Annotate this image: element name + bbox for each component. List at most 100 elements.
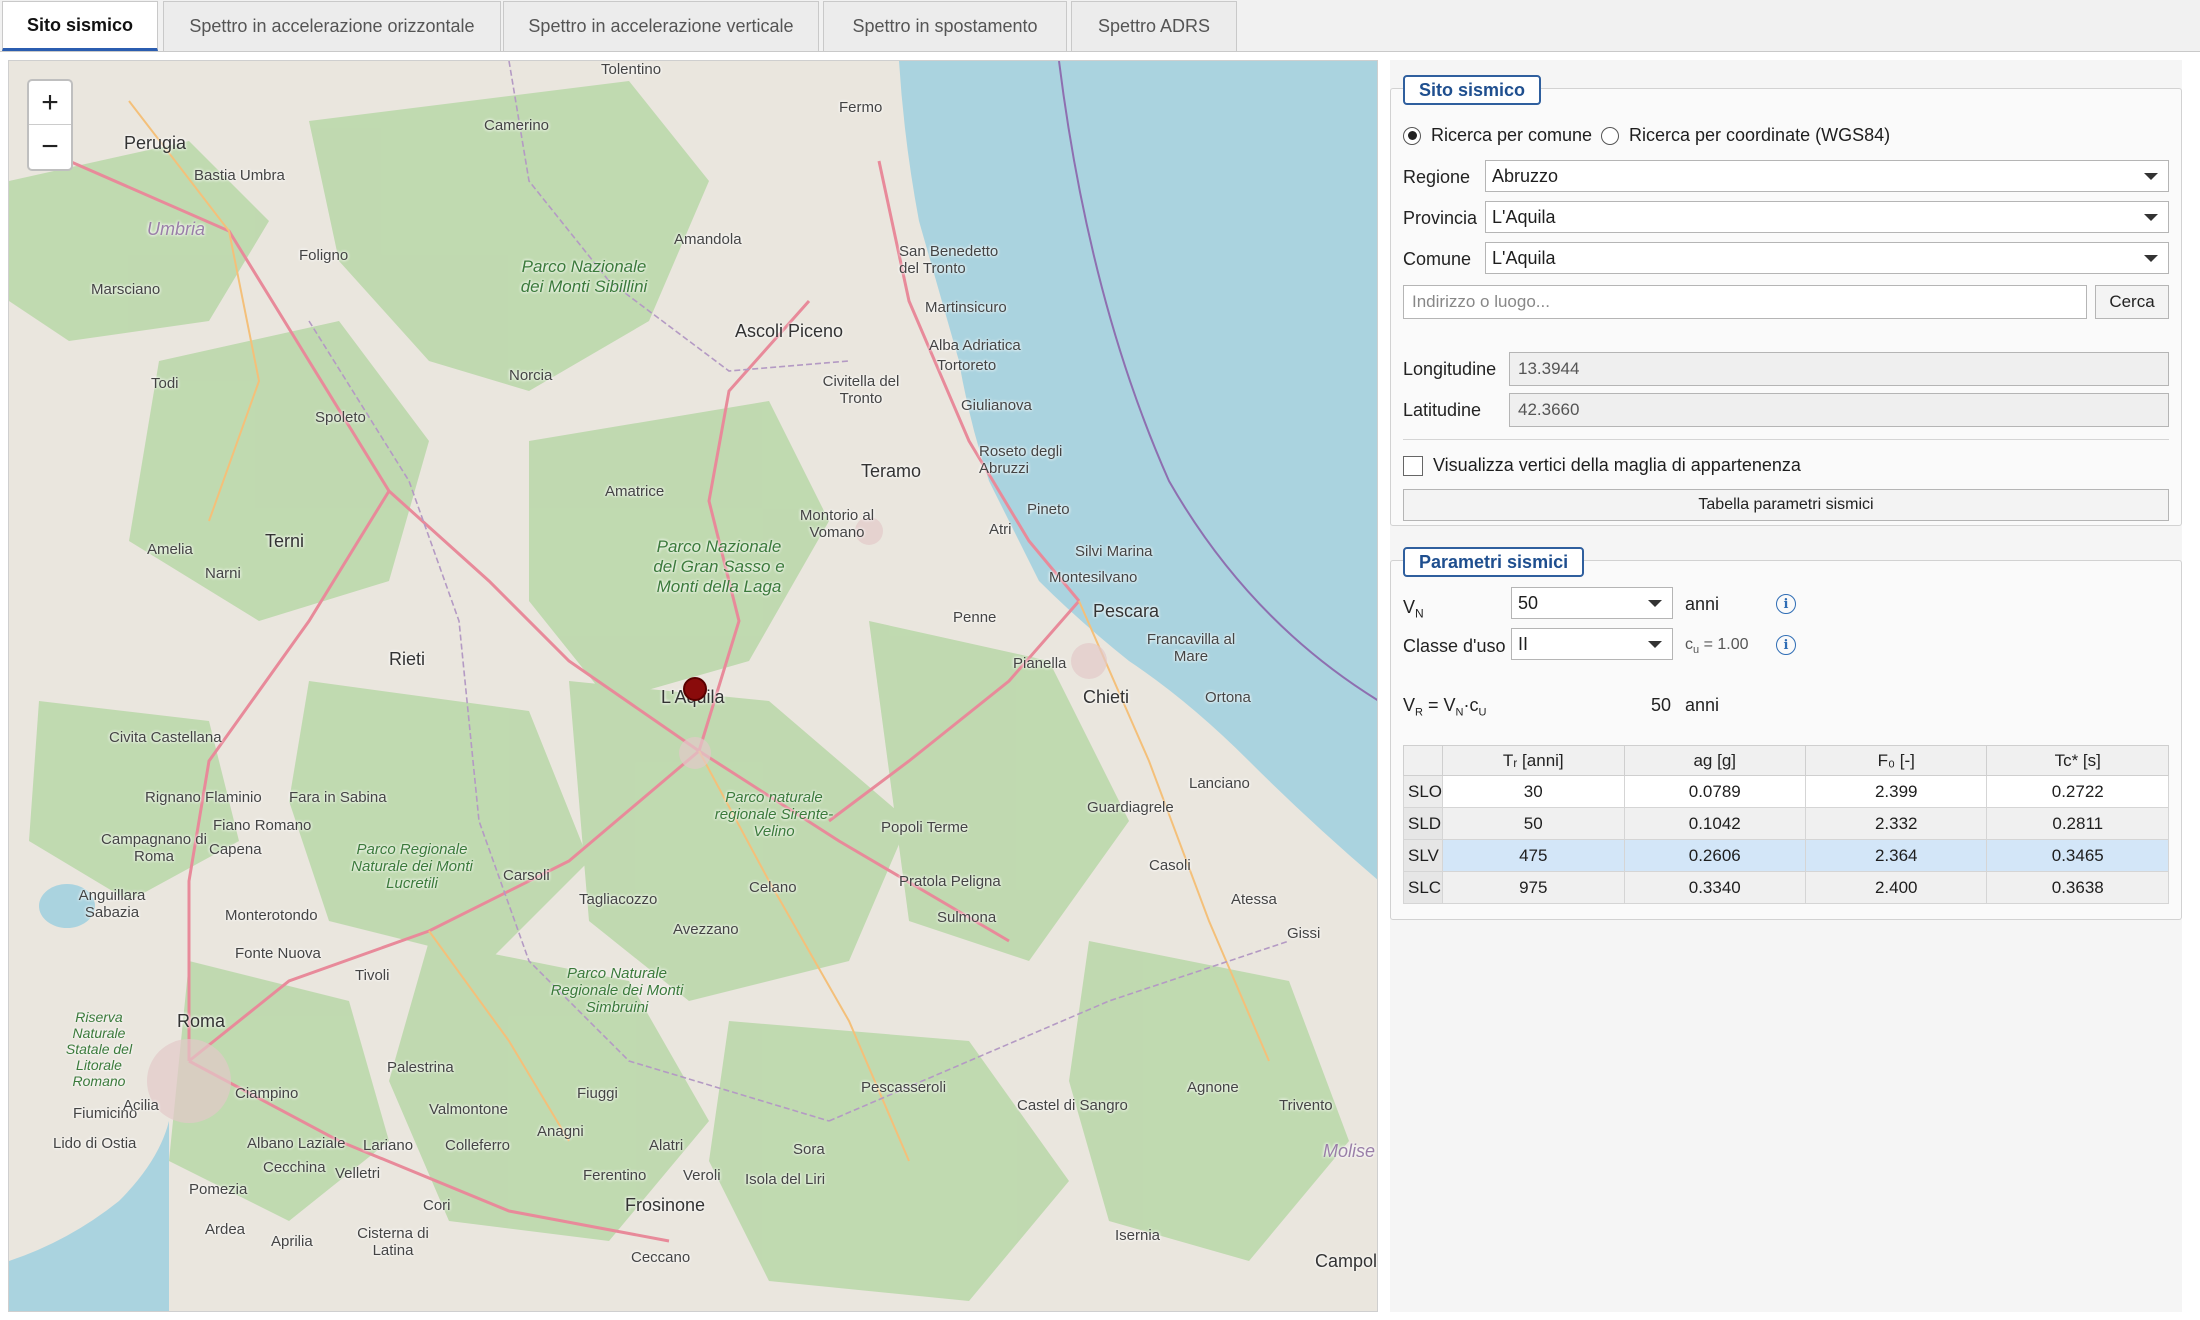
place-label: Pianella [1013,655,1067,672]
region-label: Umbria [147,219,206,239]
search-button[interactable]: Cerca [2095,285,2169,319]
parametri-sismici-group: Parametri sismici VN 50 anni i Classe d'… [1390,547,2182,920]
table-row[interactable]: SLC 975 0.3340 2.400 0.3638 [1402,871,2169,904]
comune-label: Comune [1403,249,1472,269]
search-input[interactable]: Indirizzo o luogo... [1403,285,2087,319]
cell-ag: 0.0789 [1623,775,1806,808]
table-row[interactable]: SLD 50 0.1042 2.332 0.2811 [1402,807,2169,840]
table-row-selected[interactable]: SLV 475 0.2606 2.364 0.3465 [1402,839,2169,872]
place-label: Anguillara Sabazia [78,887,146,921]
place-label: Fiuggi [577,1085,618,1102]
zoom-in-button[interactable]: + [29,81,71,125]
chevron-down-icon [1648,600,1662,607]
radio-ricerca-coordinate[interactable]: Ricerca per coordinate (WGS84) [1601,125,1890,146]
column-header[interactable]: Tᵣ [anni] [1442,745,1625,776]
vr-formula: VR = VN·cU [1403,695,1487,719]
info-icon[interactable]: i [1776,635,1796,655]
column-header[interactable]: F₀ [-] [1804,745,1988,776]
latitudine-label: Latitudine [1403,400,1482,420]
place-label: Marsciano [91,281,161,298]
place-label: Alatri [649,1137,684,1154]
zoom-control: + − [27,79,73,171]
vertici-checkbox[interactable]: Visualizza vertici della maglia di appar… [1403,455,1801,476]
tab-bar: Sito sismico Spettro in accelerazione or… [0,0,2200,52]
place-label: Terni [265,531,305,551]
table-row[interactable]: SLO 30 0.0789 2.399 0.2722 [1402,775,2169,808]
radio-unselected-icon [1601,126,1619,145]
site-marker-icon[interactable] [683,677,707,701]
sito-sismico-group: Sito sismico Ricerca per comune Ricerca … [1390,75,2182,526]
tab-spettro-adrs[interactable]: Spettro ADRS [1071,1,1237,51]
place-label: Valmontone [429,1101,508,1118]
vn-label: VN [1403,597,1424,621]
place-label: Montorio al Vomano [799,507,875,541]
vn-value: 50 [1518,592,1539,613]
place-label: Acilia [123,1097,159,1114]
row-header: SLC [1402,871,1444,904]
tab-spettro-spostamento[interactable]: Spettro in spostamento [823,1,1067,51]
place-label: Fermo [839,99,883,116]
group-title: Sito sismico [1403,75,1542,105]
regione-select[interactable]: Abruzzo [1485,160,2169,192]
cell-tc: 0.3638 [1986,871,2169,904]
provincia-select[interactable]: L'Aquila [1485,201,2169,233]
column-header[interactable]: ag [g] [1623,745,1806,776]
radio-label: Ricerca per comune [1431,125,1593,145]
cell-tr: 50 [1442,807,1625,840]
cell-f0: 2.399 [1804,775,1988,808]
cell-tr: 30 [1442,775,1625,808]
place-label: Celano [749,879,797,896]
provincia-label: Provincia [1403,208,1478,228]
place-label: Giulianova [961,397,1032,414]
park-label: Parco Nazionale del Gran Sasso e Monti d… [653,537,785,596]
place-label: Roma [177,1011,226,1031]
place-label: Fiano Romano [213,817,312,834]
provincia-value: L'Aquila [1492,206,1556,227]
place-label: Fonte Nuova [235,945,321,962]
cell-f0: 2.400 [1804,871,1988,904]
place-label: Pratola Peligna [899,873,1001,890]
place-label: Guardiagrele [1087,799,1174,816]
place-label: Casoli [1149,857,1191,874]
comune-select[interactable]: L'Aquila [1485,242,2169,274]
place-label: Roseto degli Abruzzi [979,443,1063,477]
place-label: Fara in Sabina [289,789,387,806]
place-label: Francavilla al Mare [1146,631,1236,665]
place-label: Campol [1315,1251,1378,1271]
place-label: Lariano [363,1137,414,1154]
info-icon[interactable]: i [1776,594,1796,614]
radio-label: Ricerca per coordinate (WGS84) [1629,125,1891,145]
checkbox-label: Visualizza vertici della maglia di appar… [1433,455,1801,475]
radio-ricerca-comune[interactable]: Ricerca per comune [1403,125,1592,146]
tab-spettro-acc-verticale[interactable]: Spettro in accelerazione verticale [503,1,819,51]
cell-tc: 0.3465 [1986,839,2169,872]
place-label: Cisterna di Latina [357,1225,429,1259]
column-header[interactable]: Tc* [s] [1986,745,2169,776]
place-label: Spoleto [315,409,366,426]
place-label: Rieti [389,649,426,669]
place-label: Atri [989,521,1012,538]
place-label: Civita Castellana [109,729,222,746]
region-label: Molise [1323,1141,1376,1161]
place-label: Ascoli Piceno [735,321,844,341]
vn-select[interactable]: 50 [1511,587,1673,619]
place-label: Ceccano [631,1249,691,1266]
place-label: Campagnano di Roma [101,831,207,865]
classe-uso-select[interactable]: II [1511,628,1673,660]
cell-ag: 0.2606 [1623,839,1806,872]
place-label: Capena [209,841,262,858]
place-label: Albano Laziale [247,1135,346,1152]
tab-spettro-acc-orizzontale[interactable]: Spettro in accelerazione orizzontale [163,1,501,51]
place-label: Isernia [1115,1227,1161,1244]
radio-selected-icon [1403,126,1421,145]
place-label: San Benedetto del Tronto [899,243,999,277]
tabella-parametri-button[interactable]: Tabella parametri sismici [1403,489,2169,521]
row-header: SLV [1402,839,1444,872]
tab-sito-sismico[interactable]: Sito sismico [2,1,158,51]
map-view[interactable]: + − Perugia Tolentino Fermo Camerino Bas… [8,60,1378,1312]
place-label: Lido di Ostia [53,1135,137,1152]
zoom-out-button[interactable]: − [29,125,71,169]
place-label: Ferentino [583,1167,647,1184]
park-label: Parco Naturale Regionale dei Monti Simbr… [550,965,684,1016]
place-label: Pescara [1093,601,1160,621]
